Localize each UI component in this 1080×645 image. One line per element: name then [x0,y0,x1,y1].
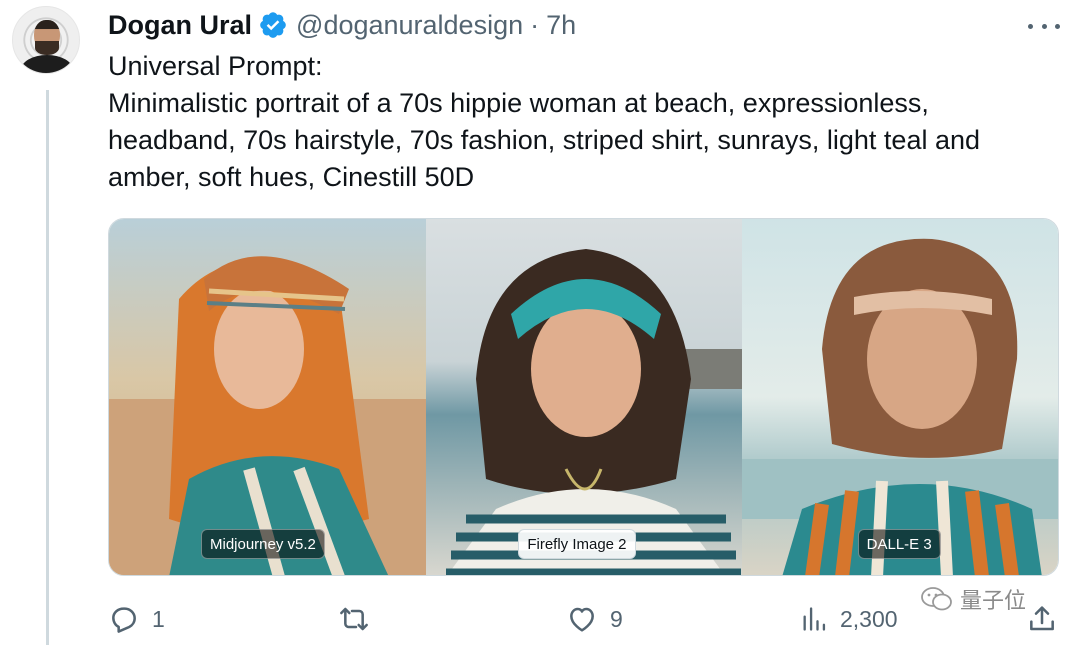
tweet-text: Universal Prompt: Minimalistic portrait … [108,48,1068,196]
views-button[interactable]: 2,300 [800,600,898,638]
tweet-header: Dogan Ural @doganuraldesign · 7h [108,8,576,42]
author-name[interactable]: Dogan Ural [108,10,252,41]
portrait-illustration [109,256,427,575]
media-image-dalle[interactable]: DALL-E 3 [741,219,1058,575]
media-label-firefly: Firefly Image 2 [518,529,636,559]
verified-badge-icon [260,12,286,38]
media-image-firefly[interactable]: Firefly Image 2 [426,219,742,575]
tweet-text-line: Minimalistic portrait of a 70s hippie wo… [108,88,929,118]
like-button[interactable]: 9 [566,600,623,638]
reply-icon [112,607,136,633]
portrait-illustration [446,249,742,575]
portrait-illustration [741,238,1058,575]
views-count: 2,300 [840,605,898,632]
retweet-icon [340,607,368,631]
media-image-midjourney[interactable]: Midjourney v5.2 [109,219,427,575]
tweet-text-line: amber, soft hues, Cinestill 50D [108,162,475,192]
wechat-icon [921,587,952,611]
reply-button[interactable]: 1 [108,600,165,638]
media-grid: Midjourney v5.2 Firefly Image 2 DALL-E 3 [108,218,1059,576]
reply-count: 1 [152,605,165,632]
thread-line [46,90,49,645]
timestamp[interactable]: 7h [546,10,576,41]
more-icon[interactable] [1028,14,1060,38]
like-count: 9 [610,605,623,632]
views-icon [803,607,826,631]
avatar[interactable] [12,6,80,74]
tweet-text-line: Universal Prompt: [108,51,323,81]
share-button[interactable] [1026,600,1058,638]
tweet-text-line: headband, 70s hairstyle, 70s fashion, st… [108,125,981,155]
author-handle[interactable]: @doganuraldesign [296,10,523,41]
media-label-dalle: DALL-E 3 [857,529,941,559]
retweet-button[interactable] [336,600,372,638]
share-icon [1030,606,1054,631]
watermark-text: 量子位 [960,588,1027,613]
header-separator: · [530,9,540,40]
tweet: Dogan Ural @doganuraldesign · 7h Univers… [0,0,1080,645]
watermark: 量子位 [920,582,1026,616]
like-icon [570,607,594,632]
media-label-midjourney: Midjourney v5.2 [201,529,325,559]
